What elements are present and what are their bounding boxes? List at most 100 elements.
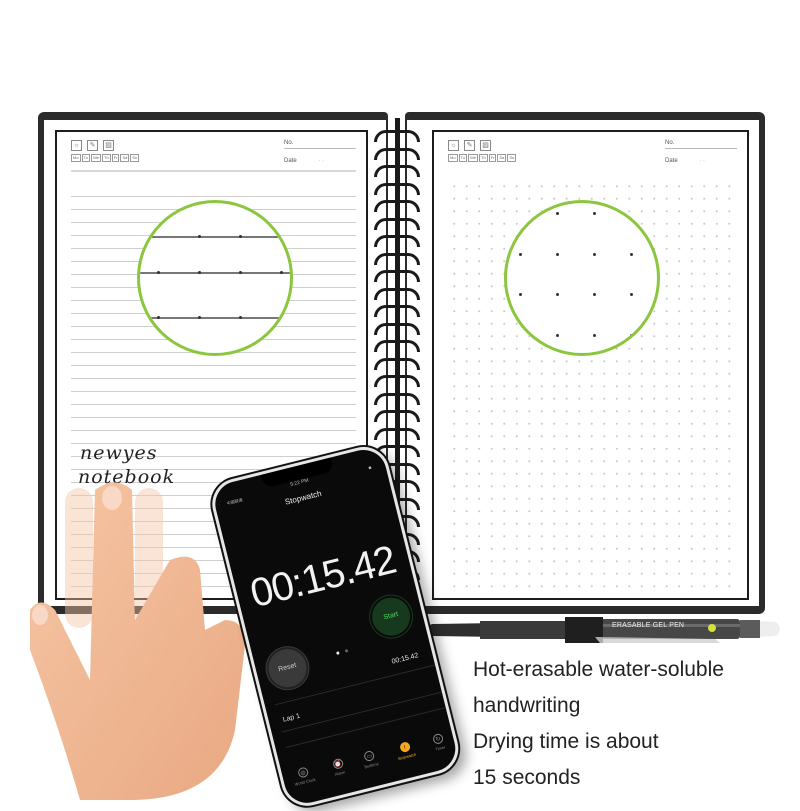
spiral-coil	[374, 392, 420, 405]
tab-label: Timer	[434, 744, 446, 752]
date-separators: · ·	[699, 158, 706, 164]
tab-stopwatch[interactable]: ! Stopwatch	[394, 740, 421, 779]
weekday-boxes: Mo Tu We Th Fr Sa Su	[448, 154, 517, 162]
grid-dot	[593, 212, 596, 215]
spiral-coil	[374, 410, 420, 422]
lap-divider	[281, 691, 442, 733]
sun-icon: ☼	[448, 140, 459, 151]
weekday: Fr	[488, 154, 497, 162]
erasable-gel-pen	[420, 617, 780, 643]
spiral-coil	[374, 270, 420, 282]
ruled-line	[140, 317, 290, 319]
timer-icon: ↻	[431, 732, 445, 745]
ruled-line	[140, 272, 290, 274]
weekday: Mo	[71, 154, 81, 162]
page-header-icons: ☼ ✎ ▨	[448, 140, 491, 151]
spiral-coil	[374, 200, 420, 212]
globe-icon: ◍	[296, 766, 309, 779]
bed-icon: ▭	[363, 749, 376, 763]
spiral-coil	[374, 322, 420, 335]
spiral-coil	[374, 375, 420, 387]
pen-label: ERASABLE GEL PEN	[612, 622, 685, 629]
caption-line-3: Drying time is about	[473, 730, 659, 753]
weekday: Th	[102, 154, 111, 162]
date-label: Date	[284, 158, 297, 164]
spiral-coil	[374, 427, 420, 440]
grid-dot	[556, 212, 559, 215]
alarm-icon: ⏰	[331, 757, 344, 770]
grid-dot	[630, 293, 633, 296]
date-label: Date	[665, 158, 678, 164]
page-header-icons: ☼ ✎ ▨	[71, 140, 114, 151]
caption-line-1: Hot-erasable water-soluble	[473, 658, 724, 681]
tab-bedtime[interactable]: ▭ Bedtime	[361, 749, 384, 787]
sun-icon: ☼	[71, 140, 82, 151]
grid-dot	[556, 253, 559, 256]
weekday: Sa	[497, 154, 507, 162]
grid-dot	[593, 293, 596, 296]
tab-alarm[interactable]: ⏰ Alarm	[331, 757, 350, 795]
caption-line-4: 15 seconds	[473, 766, 581, 789]
line-tick	[239, 316, 242, 319]
weekday: Fr	[111, 154, 120, 162]
weekday: Sa	[120, 154, 130, 162]
stopwatch-icon: !	[398, 741, 411, 754]
grid-dot	[630, 334, 633, 337]
date-separators: · ·	[318, 158, 325, 164]
grid-dot	[593, 334, 596, 337]
reset-button[interactable]: Reset	[264, 645, 311, 692]
pencil-icon: ✎	[464, 140, 475, 151]
tab-label: Alarm	[334, 769, 346, 777]
tab-bar: ◍ World Clock ⏰ Alarm ▭ Bedtime ! Stopwa…	[281, 726, 460, 807]
line-tick	[157, 271, 160, 274]
caption-line-2: handwriting	[473, 694, 581, 717]
weekday: Tu	[458, 154, 468, 162]
dotted-detail-magnifier	[504, 200, 660, 356]
weekday: Th	[479, 154, 488, 162]
page-indicator	[334, 639, 352, 660]
page-dot-active	[336, 651, 340, 655]
pencil-icon: ✎	[87, 140, 98, 151]
date-field: Date · ·	[284, 158, 356, 164]
weekday: We	[91, 154, 102, 162]
page-dot	[345, 648, 349, 653]
line-tick	[280, 271, 283, 274]
start-button[interactable]: Start	[368, 593, 415, 640]
grid-dot	[630, 253, 633, 256]
product-caption: Hot-erasable water-soluble handwriting D…	[473, 652, 724, 796]
tab-timer[interactable]: ↻ Timer	[431, 732, 450, 770]
line-tick	[239, 271, 242, 274]
tab-world-clock[interactable]: ◍ World Clock	[291, 765, 321, 805]
grid-dot	[519, 253, 522, 256]
line-tick	[239, 235, 242, 238]
line-tick	[198, 271, 201, 274]
spiral-coil	[374, 147, 420, 160]
tab-label: Bedtime	[363, 761, 380, 770]
grid-dot	[593, 253, 596, 256]
spiral-coil	[374, 235, 420, 247]
spiral-coil	[374, 130, 420, 142]
page-number-field: No.	[665, 140, 737, 149]
current-lap-time: 00:15.42	[391, 652, 420, 666]
image-icon: ▨	[480, 140, 491, 151]
spiral-coil	[374, 305, 420, 317]
line-tick	[198, 316, 201, 319]
line-tick	[198, 235, 201, 238]
grid-dot	[519, 293, 522, 296]
spiral-coil	[374, 340, 420, 352]
weekday: We	[468, 154, 479, 162]
lined-detail-magnifier	[137, 200, 293, 356]
spiral-coil	[374, 357, 420, 370]
spiral-coil	[374, 165, 420, 177]
weekday: Mo	[448, 154, 458, 162]
weekday: Su	[130, 154, 140, 162]
weekday: Tu	[81, 154, 91, 162]
spiral-coil	[374, 217, 420, 230]
tab-label: World Clock	[294, 776, 317, 787]
ruled-line	[140, 236, 290, 238]
grid-dot	[519, 212, 522, 215]
spiral-coil	[374, 182, 420, 195]
lap-row: Lap 1	[282, 712, 301, 724]
page-number-field: No.	[284, 140, 356, 149]
weekday-boxes: Mo Tu We Th Fr Sa Su	[71, 154, 140, 162]
